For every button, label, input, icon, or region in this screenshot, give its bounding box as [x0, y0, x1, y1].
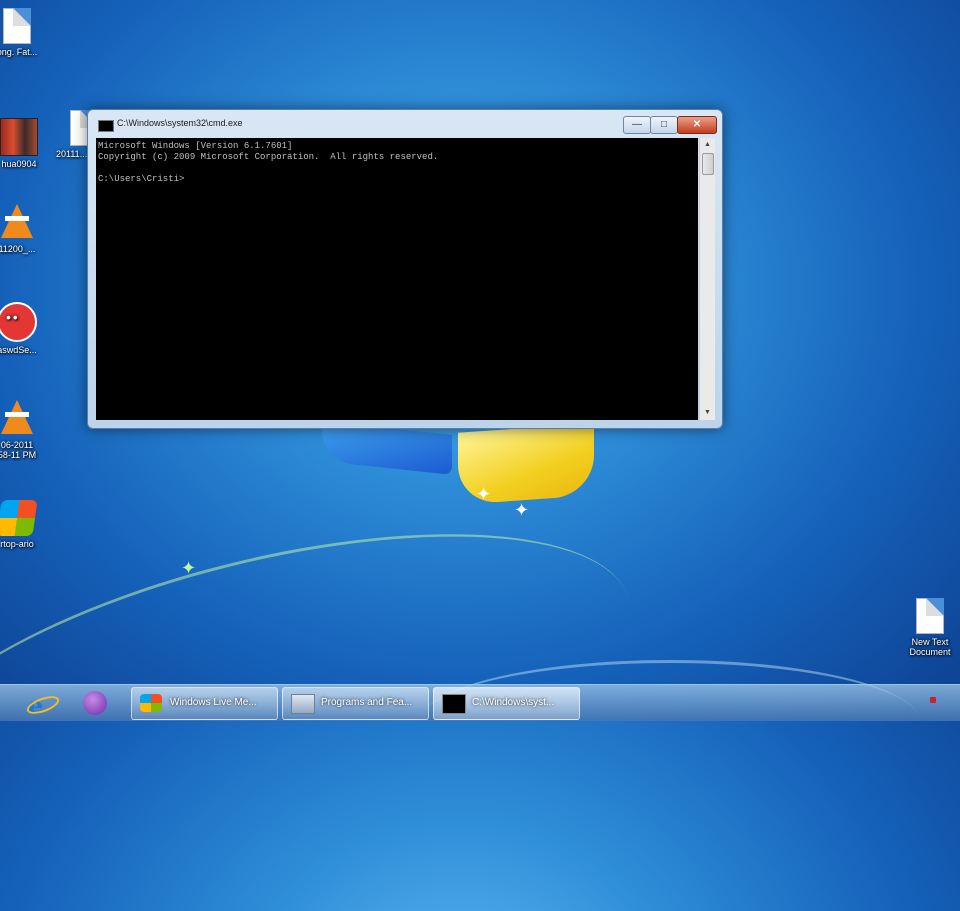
desktop-icon-label: ong. Fat...	[0, 47, 38, 57]
taskbar-item-label: C:\Windows\syst...	[472, 697, 555, 708]
desktop-icon-label: rtop-ario	[0, 539, 34, 549]
taskbar-item-programs-features[interactable]: Programs and Fea...	[282, 687, 429, 720]
sparkle-icon: ✦	[514, 500, 530, 520]
tray-flag-icon[interactable]	[930, 697, 936, 703]
minimize-button[interactable]: —	[623, 116, 651, 134]
scroll-up-arrow-icon[interactable]: ▲	[700, 138, 715, 152]
messenger-icon	[83, 691, 107, 715]
desktop-icon-partial[interactable]: 20111...	[40, 110, 98, 159]
vlc-cone-icon	[1, 400, 33, 434]
console-output[interactable]: Microsoft Windows [Version 6.1.7601] Cop…	[96, 138, 698, 420]
desktop-icon-label: Document	[909, 647, 951, 657]
windows-live-icon	[140, 694, 162, 712]
sparkle-icon: ✦	[476, 484, 492, 504]
window-title: C:\Windows\system32\cmd.exe	[117, 118, 243, 128]
desktop-icon-vlc-1[interactable]: 11200_...	[0, 204, 54, 254]
desktop-icon-new-text-document[interactable]: New Text Document	[893, 598, 960, 657]
desktop-icon-label: hua0904	[1, 159, 37, 169]
sparkle-icon: ✦	[181, 558, 197, 578]
vertical-scrollbar[interactable]: ▲ ▼	[699, 138, 715, 420]
video-thumbnail-icon	[0, 118, 38, 156]
scroll-thumb[interactable]	[702, 153, 714, 175]
desktop-icon-label: 20111...	[56, 149, 88, 159]
excel-document-icon	[3, 8, 31, 44]
command-prompt[interactable]: C:\Users\Cristi>	[98, 174, 184, 184]
close-button[interactable]: ✕	[677, 116, 717, 134]
desktop-icon-label: aswdSe...	[0, 345, 37, 355]
desktop-icon-label: 11200_...	[0, 244, 36, 254]
taskbar-messenger[interactable]	[75, 689, 115, 717]
taskbar-item-windows-live[interactable]: Windows Live Me...	[131, 687, 278, 720]
cmd-icon	[98, 120, 114, 132]
taskbar-item-label: Programs and Fea...	[321, 697, 413, 708]
console-line: Microsoft Windows [Version 6.1.7601]	[98, 141, 293, 151]
desktop-icon-windows[interactable]: rtop-ario	[0, 500, 54, 549]
cmd-window[interactable]: C:\Windows\system32\cmd.exe — □ ✕ Micros…	[87, 109, 723, 429]
desktop-icon-label: New Text	[911, 637, 949, 647]
windows-flag-blue-pane	[322, 421, 452, 475]
maximize-button[interactable]: □	[650, 116, 678, 134]
taskbar-internet-explorer[interactable]: e	[20, 689, 62, 720]
taskbar: e Windows Live Me... Programs and Fea...…	[0, 684, 960, 721]
taskbar-item-label: Windows Live Me...	[170, 697, 257, 708]
text-document-icon	[916, 598, 944, 634]
cmd-icon	[442, 694, 466, 714]
wallpaper-swoosh-2	[420, 660, 920, 783]
taskbar-item-cmd[interactable]: C:\Windows\syst...	[433, 687, 580, 720]
messenger-bubble-icon	[0, 302, 37, 342]
desktop-icon-vlc-2[interactable]: 06-2011 58-11 PM	[0, 400, 54, 460]
desktop-icon-label: 06-2011	[0, 440, 34, 450]
desktop-icon-excel[interactable]: ong. Fat...	[0, 8, 54, 57]
title-bar[interactable]: C:\Windows\system32\cmd.exe — □ ✕	[88, 110, 722, 138]
desktop-icon-messenger[interactable]: aswdSe...	[0, 302, 54, 355]
windows-logo-icon	[0, 500, 38, 536]
desktop-icon-sublabel: 58-11 PM	[0, 450, 37, 460]
programs-features-icon	[291, 694, 315, 714]
scroll-down-arrow-icon[interactable]: ▼	[700, 406, 715, 420]
console-line: Copyright (c) 2009 Microsoft Corporation…	[98, 152, 439, 162]
vlc-cone-icon	[1, 204, 33, 238]
